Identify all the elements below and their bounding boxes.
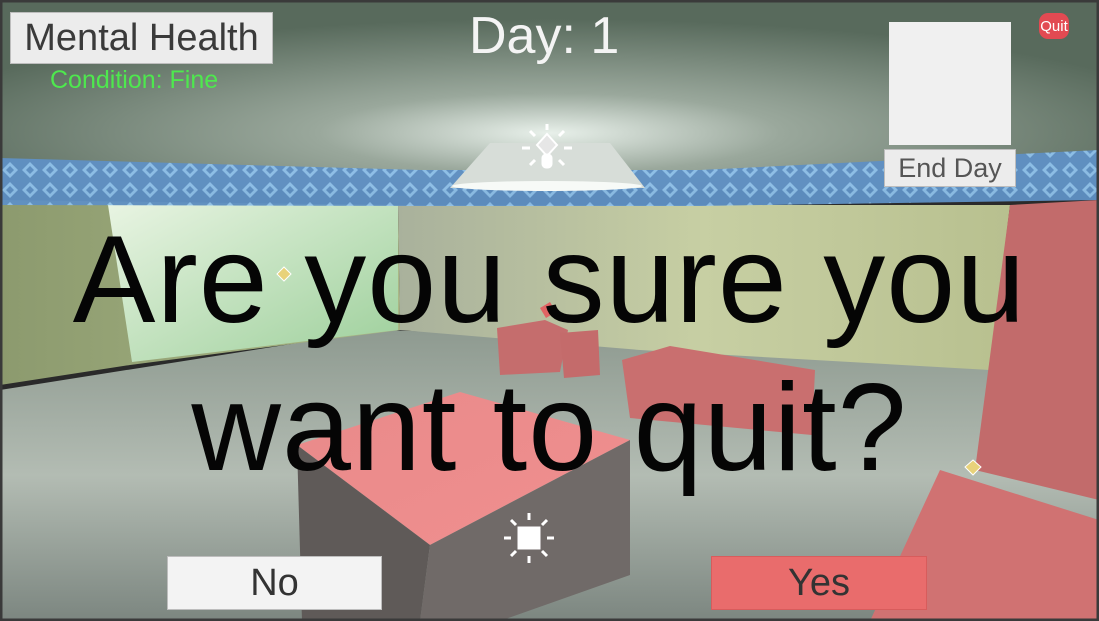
- end-day-button[interactable]: End Day: [884, 149, 1016, 187]
- no-button[interactable]: No: [167, 556, 382, 610]
- quit-confirmation-text: Are you sure you want to quit?: [72, 211, 1027, 497]
- mental-health-button[interactable]: Mental Health: [10, 12, 273, 64]
- condition-status: Condition: Fine: [50, 66, 219, 94]
- day-counter: Day: 1: [469, 7, 620, 65]
- yes-button[interactable]: Yes: [711, 556, 927, 610]
- portrait-panel: [889, 22, 1011, 145]
- quit-button[interactable]: Quit: [1039, 13, 1069, 39]
